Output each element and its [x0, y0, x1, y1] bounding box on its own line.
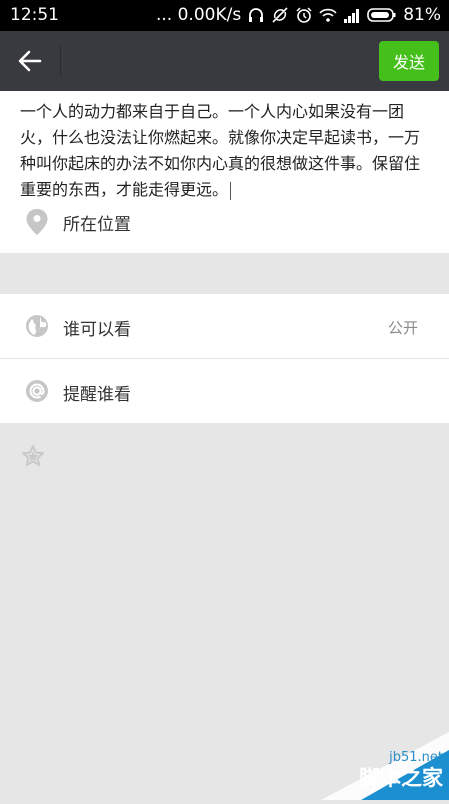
- visibility-label: 谁可以看: [63, 320, 131, 340]
- headset-icon: [249, 8, 264, 22]
- post-text-input[interactable]: 一个人的动力都来自于自己。一个人内心如果没有一团火，什么也没法让你燃起来。就像你…: [20, 99, 432, 203]
- top-bar: 发送: [0, 31, 449, 91]
- post-options: 谁可以看 公开 提醒谁看: [0, 294, 449, 423]
- star-icon[interactable]: [21, 444, 45, 468]
- globe-icon: [26, 315, 48, 337]
- location-label: 所在位置: [63, 215, 131, 235]
- status-icons: ... 0.00K/s 81%: [156, 5, 441, 25]
- visibility-row[interactable]: 谁可以看 公开: [0, 294, 449, 359]
- post-text-content: 一个人的动力都来自于自己。一个人内心如果没有一团火，什么也没法让你燃起来。就像你…: [20, 102, 421, 199]
- mention-label: 提醒谁看: [63, 385, 131, 405]
- battery-icon: [367, 8, 396, 22]
- visibility-value: 公开: [387, 319, 418, 337]
- send-button[interactable]: 发送: [379, 41, 439, 81]
- mention-row[interactable]: 提醒谁看: [0, 359, 449, 423]
- status-bar: 12:51 ... 0.00K/s 81%: [0, 0, 449, 31]
- at-sign-icon: [26, 380, 48, 402]
- wifi-icon: [319, 8, 337, 22]
- network-speed: ... 0.00K/s: [156, 5, 242, 25]
- location-pin-icon: [26, 209, 48, 235]
- watermark-name: 脚本之家: [359, 766, 443, 790]
- location-row[interactable]: 所在位置: [0, 196, 449, 246]
- battery-percent: 81%: [403, 5, 441, 25]
- post-composer: 一个人的动力都来自于自己。一个人内心如果没有一团火，什么也没法让你燃起来。就像你…: [0, 91, 449, 253]
- alarm-icon: [296, 7, 312, 23]
- watermark: jb51.net 脚本之家: [301, 728, 449, 800]
- header-divider: [60, 46, 61, 76]
- back-arrow-icon[interactable]: [14, 47, 46, 75]
- status-time: 12:51: [10, 5, 59, 25]
- signal-icon: [344, 9, 360, 23]
- sync-off-icon: [272, 7, 288, 23]
